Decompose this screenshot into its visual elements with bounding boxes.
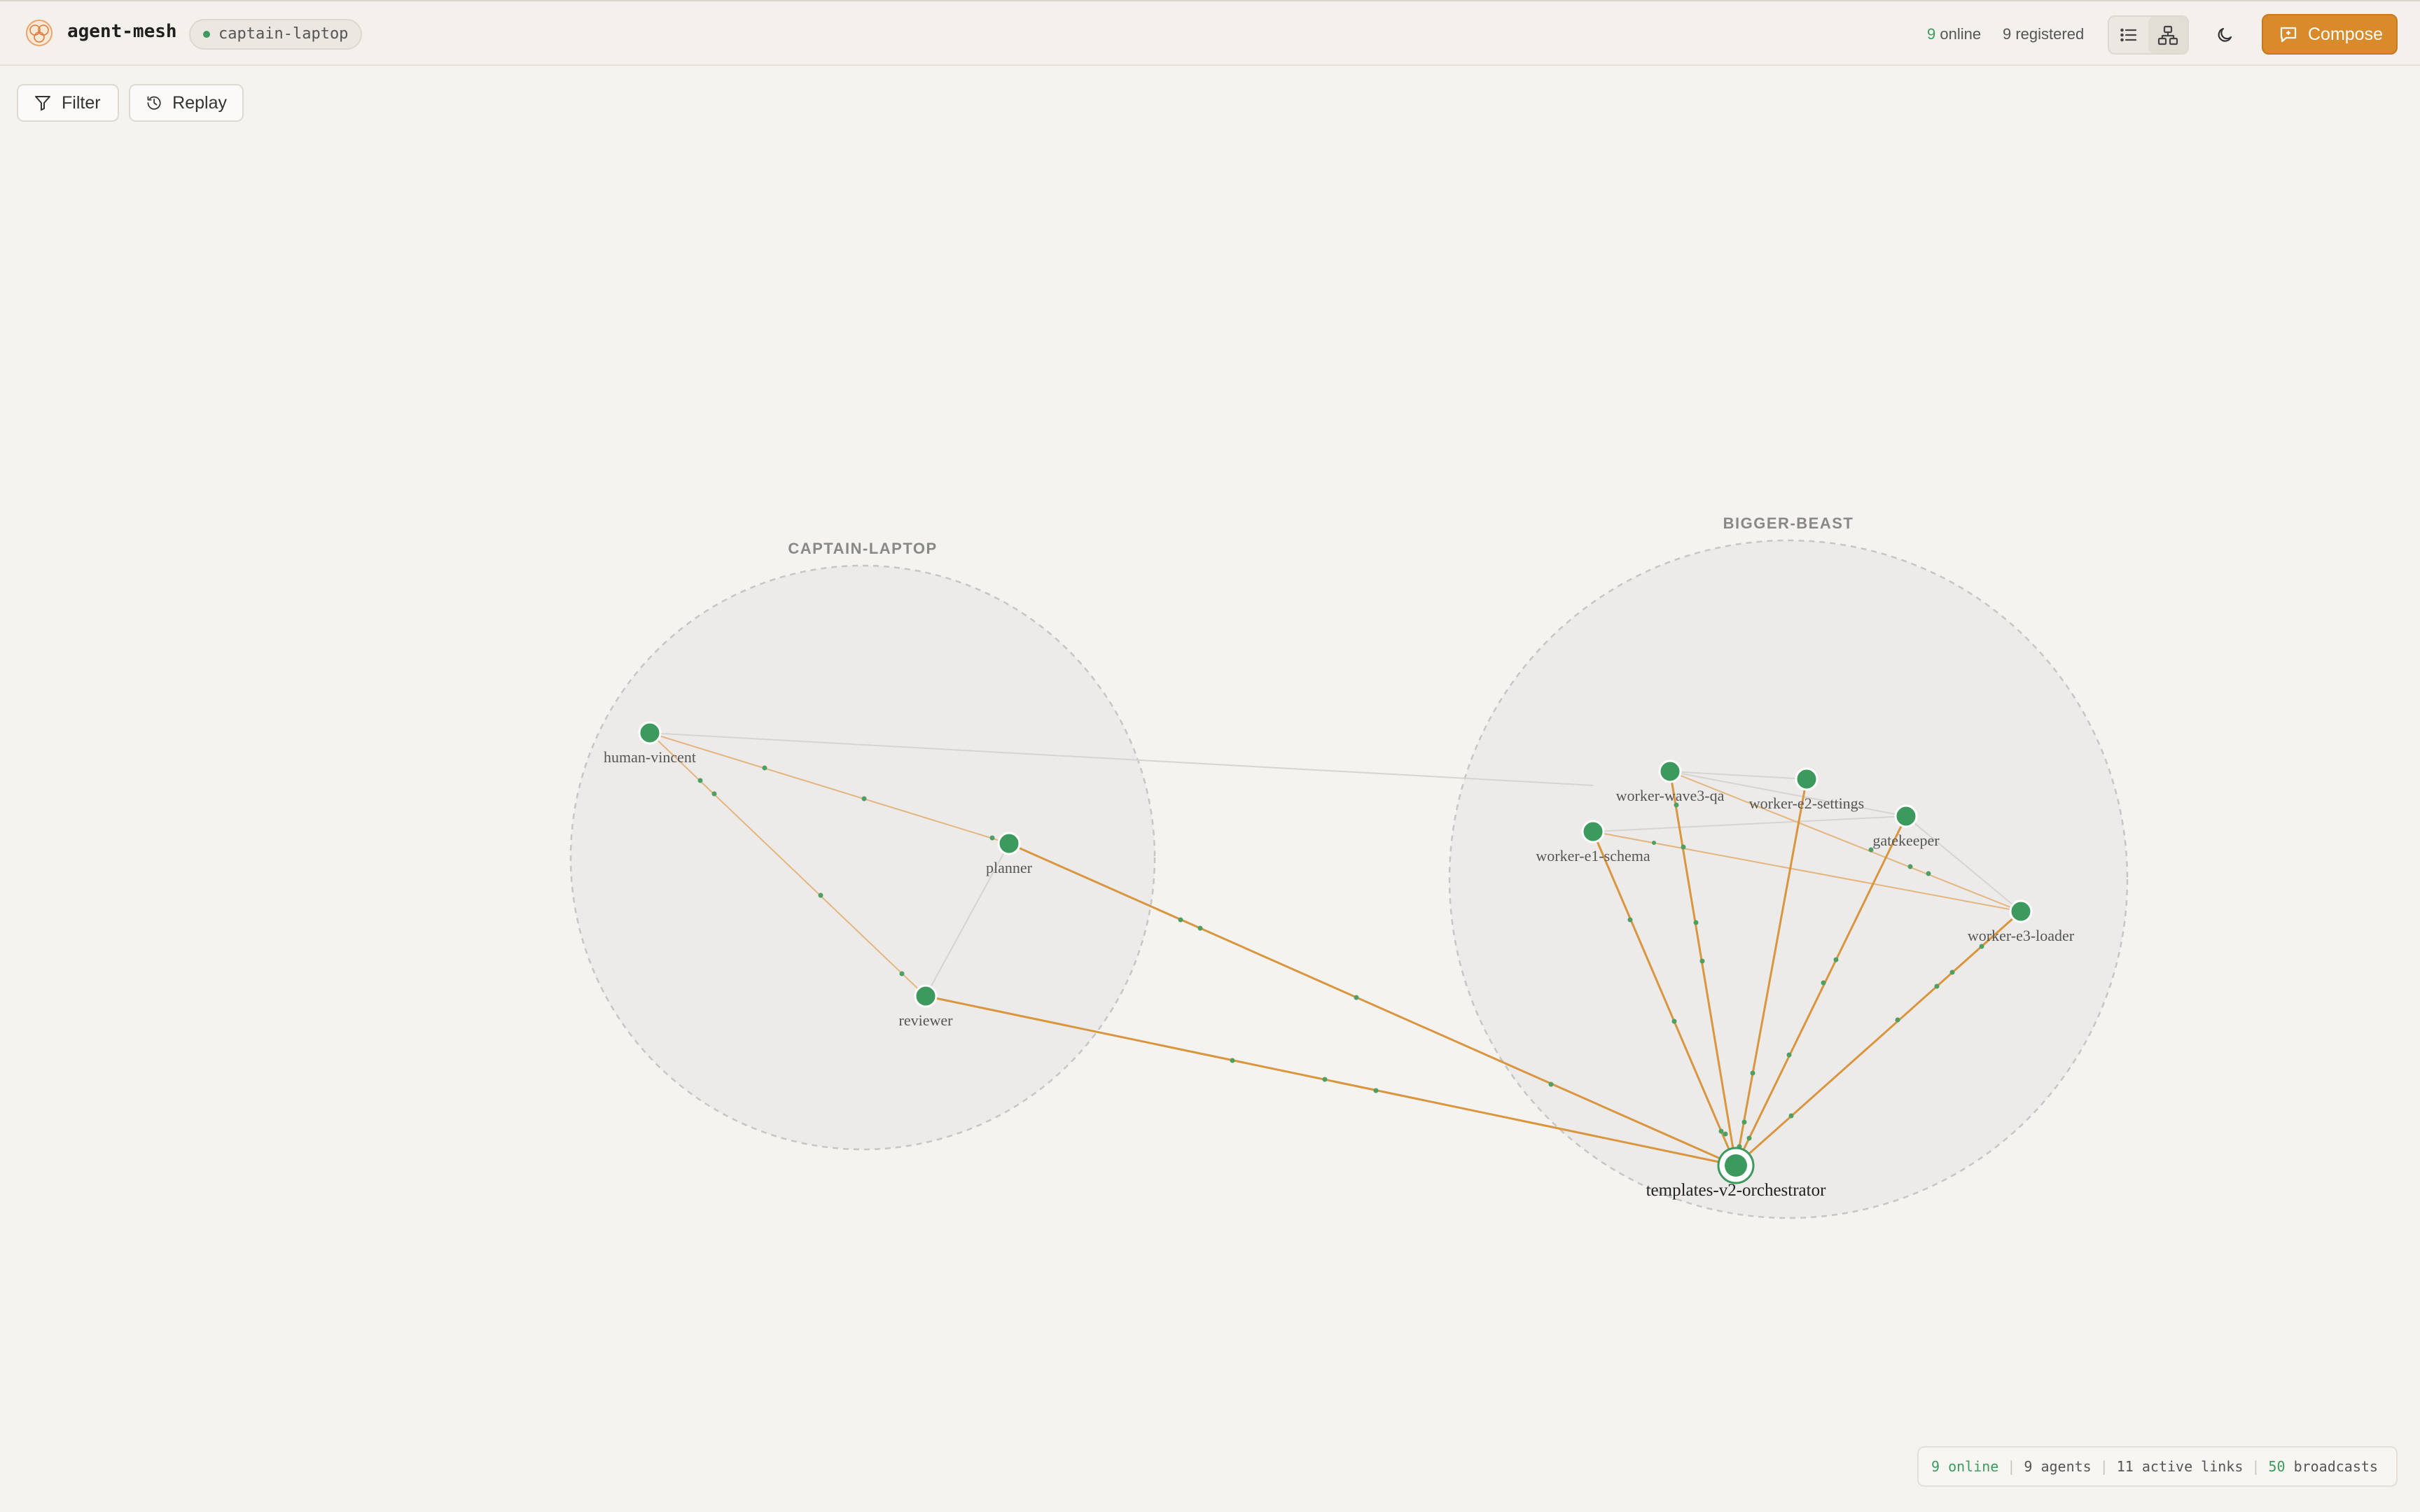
compose-button-label: Compose bbox=[2308, 24, 2383, 44]
node-worker-e2-settings[interactable] bbox=[1795, 767, 1819, 791]
label-worker-wave3-qa: worker-wave3-qa bbox=[1616, 787, 1725, 804]
node-templates-v2-orchestrator[interactable] bbox=[1725, 1154, 1747, 1177]
label-worker-e2-settings: worker-e2-settings bbox=[1749, 794, 1865, 812]
online-count-label: online bbox=[1940, 25, 1982, 43]
status-online: 9 online bbox=[1931, 1458, 1999, 1475]
agent-mesh-logo-icon bbox=[26, 20, 53, 46]
mesh-graph: CAPTAIN-LAPTOP BIGGER-BEAST human-vincen… bbox=[569, 514, 2129, 1219]
label-templates-v2-orchestrator: templates-v2-orchestrator bbox=[1646, 1181, 1827, 1200]
group-captain-laptop bbox=[569, 564, 1156, 1151]
status-separator: | bbox=[2099, 1458, 2108, 1475]
list-view-icon bbox=[2120, 28, 2137, 42]
moon-icon bbox=[2218, 27, 2232, 42]
status-agents: 9 agents bbox=[2024, 1458, 2092, 1475]
status-broadcasts-count: 50 bbox=[2268, 1458, 2286, 1475]
node-planner[interactable] bbox=[997, 832, 1021, 855]
node-gatekeeper[interactable] bbox=[1894, 804, 1918, 828]
node-worker-e1-schema[interactable] bbox=[1581, 820, 1605, 844]
node-reviewer[interactable] bbox=[914, 984, 938, 1008]
view-toggle bbox=[2108, 15, 2189, 55]
host-badge[interactable]: captain-laptop bbox=[189, 19, 363, 50]
node-human-vincent[interactable] bbox=[638, 721, 662, 745]
graph-view-button[interactable] bbox=[2148, 17, 2188, 53]
graph-view-icon bbox=[2157, 25, 2178, 46]
compose-button[interactable]: Compose bbox=[2262, 14, 2398, 55]
status-separator: | bbox=[2007, 1458, 2016, 1475]
label-reviewer: reviewer bbox=[899, 1011, 954, 1029]
registered-count: 9 registered bbox=[2003, 25, 2085, 43]
label-gatekeeper: gatekeeper bbox=[1872, 832, 1940, 849]
group-label-captain-laptop: CAPTAIN-LAPTOP bbox=[788, 540, 937, 557]
compose-icon bbox=[2280, 27, 2297, 43]
theme-toggle-button[interactable] bbox=[2207, 18, 2244, 52]
group-label-bigger-beast: BIGGER-BEAST bbox=[1723, 514, 1854, 532]
online-count-number: 9 bbox=[1927, 25, 1936, 43]
node-worker-e3-loader[interactable] bbox=[2009, 899, 2033, 923]
status-broadcasts-label: broadcasts bbox=[2293, 1458, 2378, 1475]
online-count: 9 online bbox=[1927, 25, 1981, 43]
label-human-vincent: human-vincent bbox=[604, 748, 696, 766]
host-status-dot bbox=[203, 31, 210, 38]
top-bar: agent-mesh captain-laptop 9 online 9 reg… bbox=[0, 0, 2420, 66]
label-worker-e1-schema: worker-e1-schema bbox=[1536, 847, 1650, 864]
status-links: 11 active links bbox=[2116, 1458, 2244, 1475]
list-view-button[interactable] bbox=[2109, 17, 2148, 53]
host-badge-label: captain-laptop bbox=[218, 25, 349, 43]
status-separator: | bbox=[2251, 1458, 2260, 1475]
label-planner: planner bbox=[986, 859, 1033, 876]
label-worker-e3-loader: worker-e3-loader bbox=[1968, 927, 2075, 944]
status-bar: 9 online | 9 agents | 11 active links | … bbox=[1917, 1446, 2398, 1487]
app-title: agent-mesh bbox=[67, 21, 177, 42]
node-worker-wave3-qa[interactable] bbox=[1658, 760, 1682, 783]
